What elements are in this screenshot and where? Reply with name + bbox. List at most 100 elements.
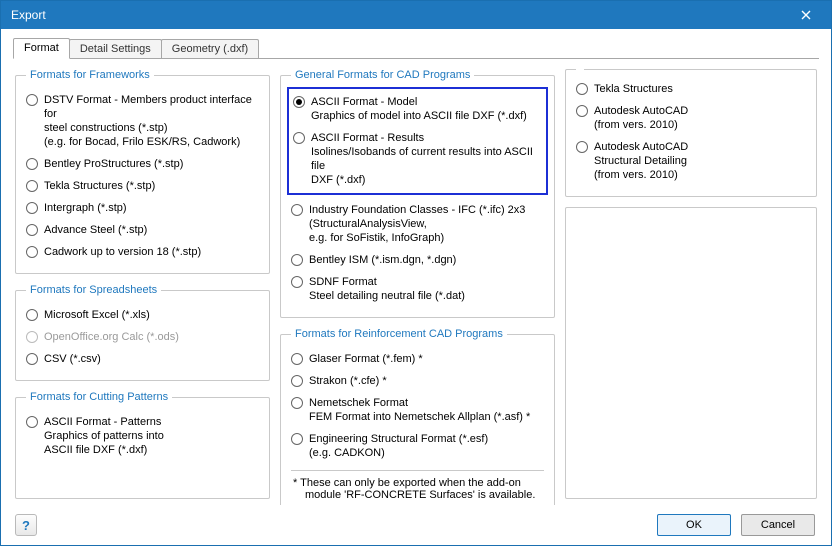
export-dialog: Export Format Detail Settings Geometry (… <box>0 0 832 546</box>
option-ascii-model[interactable]: ASCII Format - Model Graphics of model i… <box>293 91 542 127</box>
option-autocad-structural[interactable]: Autodesk AutoCAD Structural Detailing (f… <box>576 136 806 186</box>
label: OK <box>686 519 702 531</box>
label: OpenOffice.org Calc (*.ods) <box>44 330 179 344</box>
label: Industry Foundation Classes - IFC (*.ifc… <box>309 203 525 217</box>
radio-icon <box>293 132 305 144</box>
label: Tekla Structures (*.stp) <box>44 179 155 193</box>
option-sdnf[interactable]: SDNF Format Steel detailing neutral file… <box>291 271 544 307</box>
legend-cutting: Formats for Cutting Patterns <box>26 391 172 403</box>
group-cutting-patterns: Formats for Cutting Patterns ASCII Forma… <box>15 391 270 499</box>
ok-button[interactable]: OK <box>657 514 731 536</box>
option-excel[interactable]: Microsoft Excel (*.xls) <box>26 304 259 326</box>
middle-column: General Formats for CAD Programs ASCII F… <box>280 69 555 499</box>
label: ASCII Format - Model <box>311 95 527 109</box>
label: Advance Steel (*.stp) <box>44 223 147 237</box>
radio-icon <box>26 331 38 343</box>
titlebar: Export <box>1 1 831 29</box>
tab-detail-settings[interactable]: Detail Settings <box>69 39 162 59</box>
note-line: module 'RF-CONCRETE Surfaces' is availab… <box>293 489 535 501</box>
close-button[interactable] <box>787 4 825 26</box>
option-autocad[interactable]: Autodesk AutoCAD (from vers. 2010) <box>576 100 806 136</box>
option-tekla-stp[interactable]: Tekla Structures (*.stp) <box>26 175 259 197</box>
option-intergraph[interactable]: Intergraph (*.stp) <box>26 197 259 219</box>
label: Glaser Format (*.fem) * <box>309 352 423 366</box>
content-area: Formats for Frameworks DSTV Format - Mem… <box>1 59 831 505</box>
option-tekla-direct[interactable]: Tekla Structures <box>576 78 806 100</box>
legend-spreadsheets: Formats for Spreadsheets <box>26 284 161 296</box>
label: CSV (*.csv) <box>44 352 101 366</box>
label: steel constructions (*.stp) <box>44 121 259 135</box>
note-line: * These can only be exported when the ad… <box>293 477 521 489</box>
option-openoffice: OpenOffice.org Calc (*.ods) <box>26 326 259 348</box>
option-ascii-results[interactable]: ASCII Format - Results Isolines/Isobands… <box>293 127 542 191</box>
label: ASCII Format - Results <box>311 131 542 145</box>
radio-icon <box>26 202 38 214</box>
label: (from vers. 2010) <box>594 168 688 182</box>
help-button[interactable]: ? <box>15 514 37 536</box>
label: Engineering Structural Format (*.esf) <box>309 432 488 446</box>
label: e.g. for SoFistik, InfoGraph) <box>309 231 525 245</box>
radio-icon <box>26 158 38 170</box>
cancel-button[interactable]: Cancel <box>741 514 815 536</box>
legend-frameworks: Formats for Frameworks <box>26 69 154 81</box>
label: Cancel <box>761 519 795 531</box>
legend-cad: General Formats for CAD Programs <box>291 69 474 81</box>
option-ifc[interactable]: Industry Foundation Classes - IFC (*.ifc… <box>291 199 544 249</box>
group-spreadsheets: Formats for Spreadsheets Microsoft Excel… <box>15 284 270 381</box>
option-esf[interactable]: Engineering Structural Format (*.esf) (e… <box>291 428 544 464</box>
group-direct-exports: Tekla Structures Autodesk AutoCAD (from … <box>565 69 817 197</box>
radio-icon <box>291 254 303 266</box>
label: SDNF Format <box>309 275 465 289</box>
radio-icon <box>26 224 38 236</box>
option-bentley-prostructures[interactable]: Bentley ProStructures (*.stp) <box>26 153 259 175</box>
radio-icon <box>26 180 38 192</box>
empty-panel <box>565 207 817 499</box>
help-icon: ? <box>22 518 30 533</box>
radio-icon <box>293 96 305 108</box>
option-bentley-ism[interactable]: Bentley ISM (*.ism.dgn, *.dgn) <box>291 249 544 271</box>
radio-icon <box>291 353 303 365</box>
radio-icon <box>291 397 303 409</box>
option-ascii-patterns[interactable]: ASCII Format - Patterns Graphics of patt… <box>26 411 259 461</box>
reinforcement-note: * These can only be exported when the ad… <box>291 470 544 501</box>
label: DSTV Format - Members product interface … <box>44 93 259 121</box>
label: Nemetschek Format <box>309 396 530 410</box>
label: Tekla Structures <box>594 82 673 96</box>
group-cad-general: General Formats for CAD Programs ASCII F… <box>280 69 555 318</box>
option-dstv[interactable]: DSTV Format - Members product interface … <box>26 89 259 153</box>
option-strakon[interactable]: Strakon (*.cfe) * <box>291 370 544 392</box>
option-csv[interactable]: CSV (*.csv) <box>26 348 259 370</box>
radio-icon <box>576 83 588 95</box>
label: Isolines/Isobands of current results int… <box>311 145 542 173</box>
tab-format[interactable]: Format <box>13 38 70 59</box>
label: DXF (*.dxf) <box>311 173 542 187</box>
label: Bentley ISM (*.ism.dgn, *.dgn) <box>309 253 456 267</box>
label: Steel detailing neutral file (*.dat) <box>309 289 465 303</box>
option-glaser[interactable]: Glaser Format (*.fem) * <box>291 348 544 370</box>
option-nemetschek[interactable]: Nemetschek Format FEM Format into Nemets… <box>291 392 544 428</box>
label: Intergraph (*.stp) <box>44 201 127 215</box>
label: Autodesk AutoCAD <box>594 140 688 154</box>
radio-icon <box>26 353 38 365</box>
right-column: Tekla Structures Autodesk AutoCAD (from … <box>565 69 817 499</box>
radio-icon <box>576 141 588 153</box>
radio-icon <box>26 94 38 106</box>
radio-icon <box>291 204 303 216</box>
highlighted-options-box: ASCII Format - Model Graphics of model i… <box>287 87 548 195</box>
radio-icon <box>26 309 38 321</box>
window-title: Export <box>11 8 787 22</box>
label: FEM Format into Nemetschek Allplan (*.as… <box>309 410 530 424</box>
radio-icon <box>26 416 38 428</box>
footer: ? OK Cancel <box>1 505 831 545</box>
label: ASCII Format - Patterns <box>44 415 164 429</box>
option-advance-steel[interactable]: Advance Steel (*.stp) <box>26 219 259 241</box>
label: (e.g. for Bocad, Frilo ESK/RS, Cadwork) <box>44 135 259 149</box>
tab-geometry-dxf[interactable]: Geometry (.dxf) <box>161 39 259 59</box>
radio-icon <box>26 246 38 258</box>
label: ASCII file DXF (*.dxf) <box>44 443 164 457</box>
label: Bentley ProStructures (*.stp) <box>44 157 183 171</box>
close-icon <box>801 10 811 20</box>
radio-icon <box>291 375 303 387</box>
option-cadwork[interactable]: Cadwork up to version 18 (*.stp) <box>26 241 259 263</box>
radio-icon <box>576 105 588 117</box>
